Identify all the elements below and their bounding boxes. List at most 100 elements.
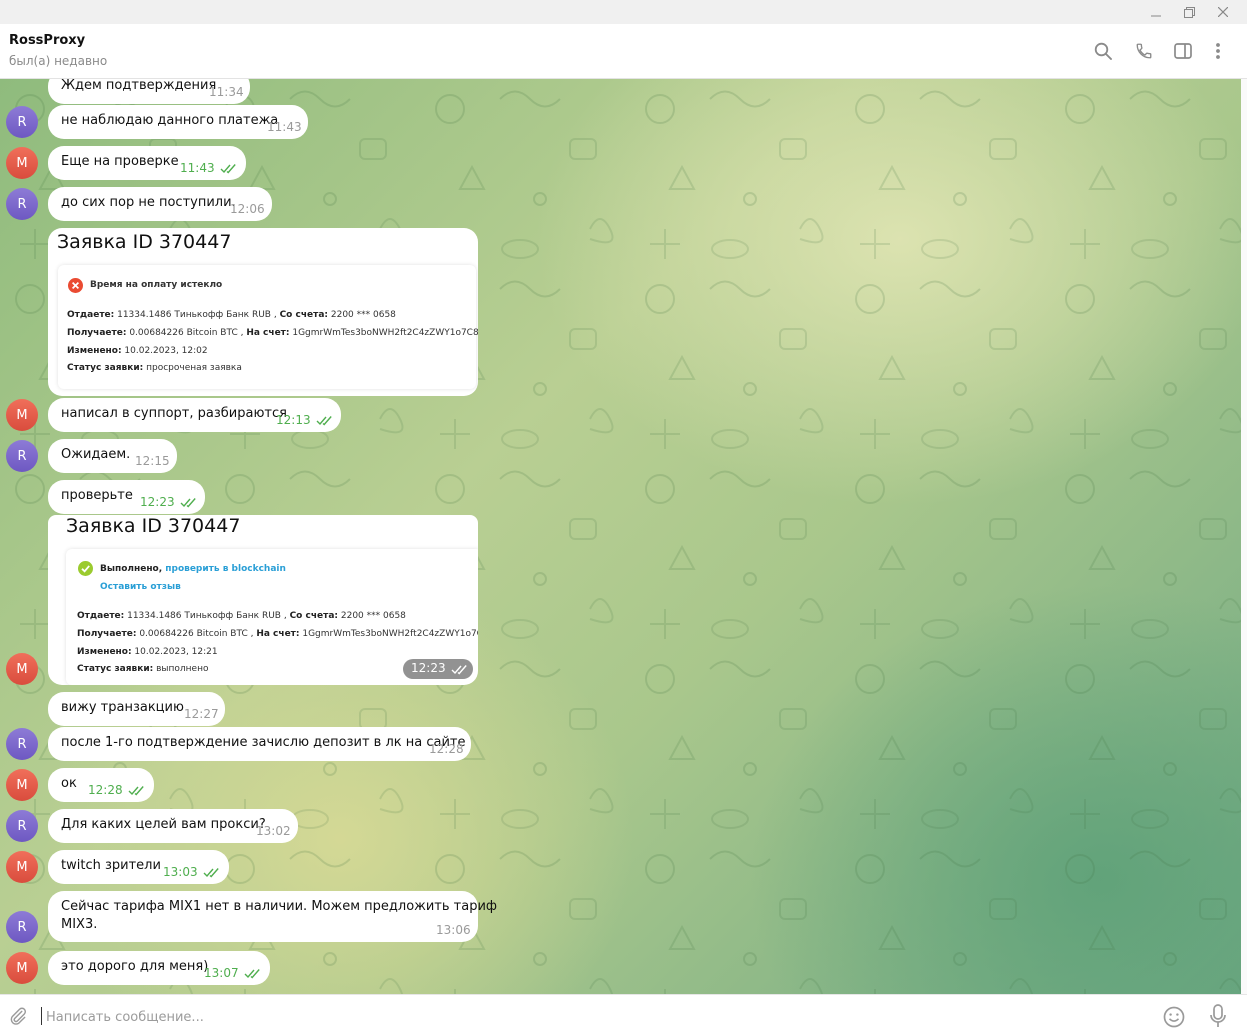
message-bubble[interactable]: это дорого для меня) 13:07 bbox=[48, 951, 270, 985]
microphone-icon[interactable] bbox=[1209, 1004, 1227, 1029]
message-bubble[interactable]: проверьте 12:23 bbox=[48, 480, 205, 514]
message-text: Ожидаем. bbox=[61, 447, 131, 462]
read-checkmarks-icon bbox=[180, 498, 196, 508]
message-time: 11:34 bbox=[209, 85, 244, 99]
message-text: Сейчас тарифа MIX1 нет в наличии. Можем … bbox=[61, 899, 498, 914]
read-checkmarks-icon bbox=[244, 969, 260, 979]
search-icon[interactable] bbox=[1092, 40, 1114, 62]
avatar[interactable]: R bbox=[6, 106, 38, 138]
request-completed-image[interactable]: Заявка ID 370447 Выполнено, проверить в … bbox=[48, 515, 478, 685]
message-text: Для каких целей вам прокси? bbox=[61, 817, 266, 832]
message-time: 13:07 bbox=[204, 966, 239, 980]
chat-title[interactable]: RossProxy bbox=[9, 33, 85, 48]
request-expired-image[interactable]: Заявка ID 370447 Время на оплату истекло… bbox=[48, 228, 478, 396]
image-time-badge: 12:23 bbox=[403, 659, 473, 679]
message-time: 11:43 bbox=[180, 161, 215, 175]
review-link[interactable]: Оставить отзыв bbox=[100, 582, 181, 592]
text-caret bbox=[41, 1007, 42, 1025]
card-get-line: Получаете: 0.00684226 Bitcoin BTC , На с… bbox=[77, 629, 478, 639]
avatar[interactable]: M bbox=[6, 952, 38, 984]
message-bubble[interactable]: twitch зрители 13:03 bbox=[48, 850, 229, 884]
message-text: не наблюдаю данного платежа bbox=[61, 113, 279, 128]
sidebar-toggle-icon[interactable] bbox=[1172, 40, 1194, 62]
avatar[interactable]: M bbox=[6, 851, 38, 883]
message-text: twitch зрители bbox=[61, 858, 161, 873]
avatar[interactable]: R bbox=[6, 911, 38, 943]
message-input[interactable]: Написать сообщение... bbox=[46, 1010, 204, 1025]
read-checkmarks-icon bbox=[451, 665, 467, 675]
message-time: 13:02 bbox=[256, 824, 291, 838]
message-bubble[interactable]: ок 12:28 bbox=[48, 768, 154, 802]
message-text: Еще на проверке bbox=[61, 154, 179, 169]
message-text: это дорого для меня) bbox=[61, 959, 209, 974]
blockchain-link[interactable]: проверить в blockchain bbox=[165, 564, 286, 574]
message-text: написал в суппорт, разбираются bbox=[61, 406, 287, 421]
error-icon bbox=[68, 278, 83, 293]
chat-status: был(а) недавно bbox=[9, 54, 108, 68]
message-time: 13:03 bbox=[163, 865, 198, 879]
message-text: вижу транзакцию bbox=[61, 700, 184, 715]
card-give-line: Отдаете: 11334.1486 Тинькофф Банк RUB , … bbox=[77, 611, 406, 621]
chat-area[interactable]: Ждем подтверждения 11:34 R не наблюдаю д… bbox=[0, 79, 1241, 994]
card-give-line: Отдаете: 11334.1486 Тинькофф Банк RUB , … bbox=[67, 310, 396, 320]
message-text: до сих пор не поступили. bbox=[61, 195, 236, 210]
message-bubble[interactable]: написал в суппорт, разбираются 12:13 bbox=[48, 398, 341, 432]
avatar[interactable]: M bbox=[6, 399, 38, 431]
message-time: 12:27 bbox=[184, 707, 219, 721]
read-checkmarks-icon bbox=[220, 164, 236, 174]
chat-header: RossProxy был(а) недавно bbox=[0, 24, 1247, 79]
card-status-line: Статус заявки: просроченая заявка bbox=[67, 363, 242, 373]
message-text: проверьте bbox=[61, 488, 133, 503]
read-checkmarks-icon bbox=[316, 416, 332, 426]
card-title: Заявка ID 370447 bbox=[57, 231, 232, 253]
read-checkmarks-icon bbox=[203, 868, 219, 878]
avatar[interactable]: M bbox=[6, 147, 38, 179]
message-bubble[interactable]: до сих пор не поступили. 12:06 bbox=[48, 187, 272, 221]
message-bubble[interactable]: вижу транзакцию 12:27 bbox=[48, 692, 225, 726]
avatar[interactable]: R bbox=[6, 728, 38, 760]
phone-icon[interactable] bbox=[1133, 40, 1155, 62]
card-changed-line: Изменено: 10.02.2023, 12:02 bbox=[67, 346, 208, 356]
message-text: Ждем подтверждения bbox=[61, 79, 217, 93]
card-title: Заявка ID 370447 bbox=[66, 515, 241, 537]
card-status: Время на оплату истекло bbox=[90, 280, 223, 290]
message-text: ок bbox=[61, 776, 77, 791]
avatar[interactable]: R bbox=[6, 810, 38, 842]
card-status-line: Статус заявки: выполнено bbox=[77, 664, 209, 674]
message-time: 12:13 bbox=[276, 413, 311, 427]
window-titlebar bbox=[0, 0, 1247, 24]
message-time: 13:06 bbox=[436, 923, 471, 937]
minimize-icon[interactable] bbox=[1139, 0, 1173, 24]
card-get-line: Получаете: 0.00684226 Bitcoin BTC , На с… bbox=[67, 328, 478, 338]
avatar[interactable]: R bbox=[6, 188, 38, 220]
success-check-icon bbox=[78, 561, 93, 576]
avatar[interactable]: M bbox=[6, 653, 38, 685]
message-text: после 1-го подтверждение зачислю депозит… bbox=[61, 735, 466, 750]
card-status: Выполнено, проверить в blockchain bbox=[100, 564, 286, 574]
restore-icon[interactable] bbox=[1172, 0, 1206, 24]
message-bubble[interactable]: Еще на проверке 11:43 bbox=[48, 146, 246, 180]
message-bubble[interactable]: Ожидаем. 12:15 bbox=[48, 439, 177, 473]
message-time: 12:06 bbox=[230, 202, 265, 216]
read-checkmarks-icon bbox=[128, 786, 144, 796]
emoji-icon[interactable] bbox=[1163, 1006, 1185, 1028]
message-time: 12:15 bbox=[135, 454, 170, 468]
message-bubble[interactable]: Для каких целей вам прокси? 13:02 bbox=[48, 809, 298, 843]
message-bubble[interactable]: не наблюдаю данного платежа 11:43 bbox=[48, 105, 308, 139]
message-time: 12:28 bbox=[88, 783, 123, 797]
chat-scrollbar[interactable] bbox=[1241, 79, 1247, 994]
message-time: 11:43 bbox=[267, 120, 302, 134]
more-menu-icon[interactable] bbox=[1207, 40, 1229, 62]
message-bubble[interactable]: Ждем подтверждения 11:34 bbox=[48, 79, 250, 104]
card-changed-line: Изменено: 10.02.2023, 12:21 bbox=[77, 647, 218, 657]
message-composer: Написать сообщение... bbox=[0, 994, 1247, 1034]
avatar[interactable]: R bbox=[6, 440, 38, 472]
message-bubble[interactable]: после 1-го подтверждение зачислю депозит… bbox=[48, 727, 471, 761]
message-bubble[interactable]: Сейчас тарифа MIX1 нет в наличии. Можем … bbox=[48, 891, 497, 942]
attach-icon[interactable] bbox=[8, 1005, 28, 1027]
close-icon[interactable] bbox=[1206, 0, 1240, 24]
avatar[interactable]: M bbox=[6, 769, 38, 801]
message-text: MIX3. bbox=[61, 917, 98, 932]
message-time: 12:28 bbox=[429, 742, 464, 756]
message-time: 12:23 bbox=[140, 495, 175, 509]
